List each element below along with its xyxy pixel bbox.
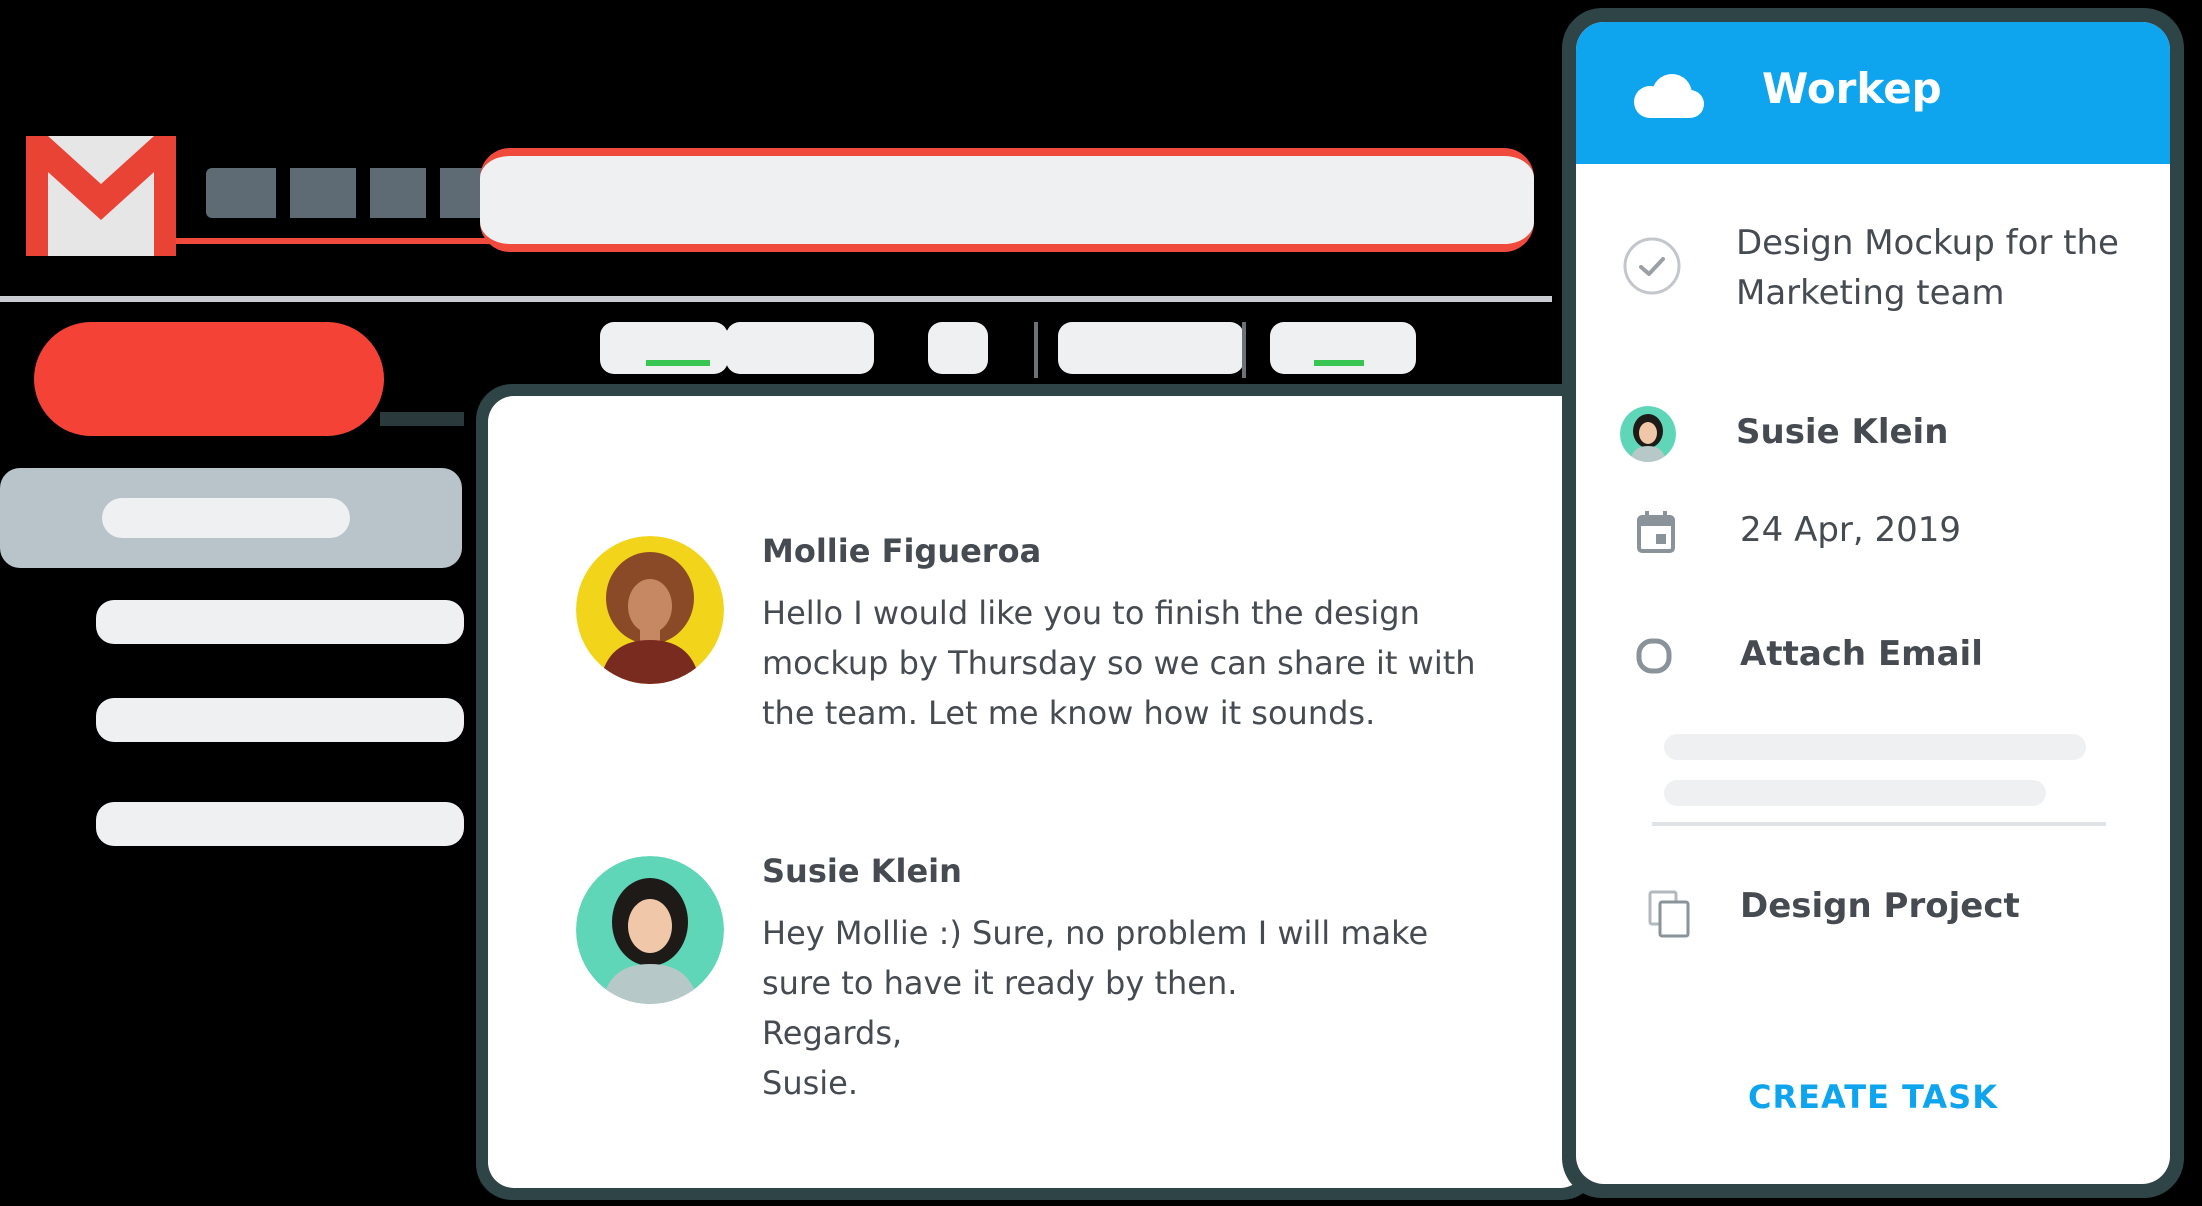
sidebar-item[interactable]: [96, 802, 464, 846]
email-placeholder-line: [1664, 734, 2086, 760]
circle-icon[interactable]: [1636, 638, 1672, 674]
header-underline: [176, 238, 496, 244]
due-date[interactable]: 24 Apr, 2019: [1740, 510, 1961, 550]
gmail-logo-icon: [26, 136, 176, 256]
copy-icon: [1648, 890, 1690, 938]
compose-button[interactable]: [34, 322, 384, 436]
toolbar-separator: [1242, 322, 1246, 378]
workep-header: Workep: [1576, 22, 2170, 164]
toolbar-accent: [1314, 360, 1364, 366]
email-placeholder-line: [1664, 780, 2046, 806]
toolbar-button[interactable]: [928, 322, 988, 374]
project-name[interactable]: Design Project: [1740, 886, 2020, 926]
gmail-wordmark: [206, 168, 496, 218]
sidebar-item[interactable]: [96, 600, 464, 644]
task-title[interactable]: Design Mockup for the Marketing team: [1736, 218, 2156, 318]
toolbar-separator: [1034, 322, 1038, 378]
avatar-susie: [576, 856, 724, 1004]
create-task-button[interactable]: CREATE TASK: [1576, 1078, 2170, 1116]
toolbar-button[interactable]: [726, 322, 874, 374]
compose-shadow: [380, 412, 464, 426]
search-bar[interactable]: [480, 148, 1534, 252]
attach-divider: [1652, 822, 2106, 826]
header-divider: [0, 296, 1552, 302]
check-circle-icon[interactable]: [1622, 236, 1682, 296]
toolbar-button[interactable]: [600, 322, 728, 374]
sidebar-item-inbox[interactable]: [0, 468, 462, 568]
cloud-icon: [1634, 74, 1704, 118]
sidebar-item[interactable]: [96, 698, 464, 742]
toolbar-accent: [646, 360, 710, 366]
attach-email-label[interactable]: Attach Email: [1740, 634, 1983, 674]
workep-panel: Workep Design Mockup for the Marketing t…: [1576, 22, 2170, 1184]
message-author: Susie Klein: [762, 852, 962, 890]
email-thread: Mollie Figueroa Hello I would like you t…: [488, 396, 1586, 1188]
message-author: Mollie Figueroa: [762, 532, 1042, 570]
assignee-name[interactable]: Susie Klein: [1736, 412, 1948, 452]
toolbar-button[interactable]: [1058, 322, 1244, 374]
assignee-avatar: [1620, 406, 1676, 462]
message-body: Hello I would like you to finish the des…: [762, 594, 1476, 732]
email-thread-card: Mollie Figueroa Hello I would like you t…: [476, 384, 1598, 1200]
calendar-icon: [1637, 511, 1675, 553]
avatar-mollie: [576, 536, 724, 684]
workep-title: Workep: [1762, 64, 1942, 113]
message-body: Hey Mollie :) Sure, no problem I will ma…: [762, 914, 1429, 1102]
sidebar-item-label-placeholder: [102, 498, 350, 538]
toolbar-button[interactable]: [1270, 322, 1416, 374]
workep-panel-frame: Workep Design Mockup for the Marketing t…: [1562, 8, 2184, 1198]
